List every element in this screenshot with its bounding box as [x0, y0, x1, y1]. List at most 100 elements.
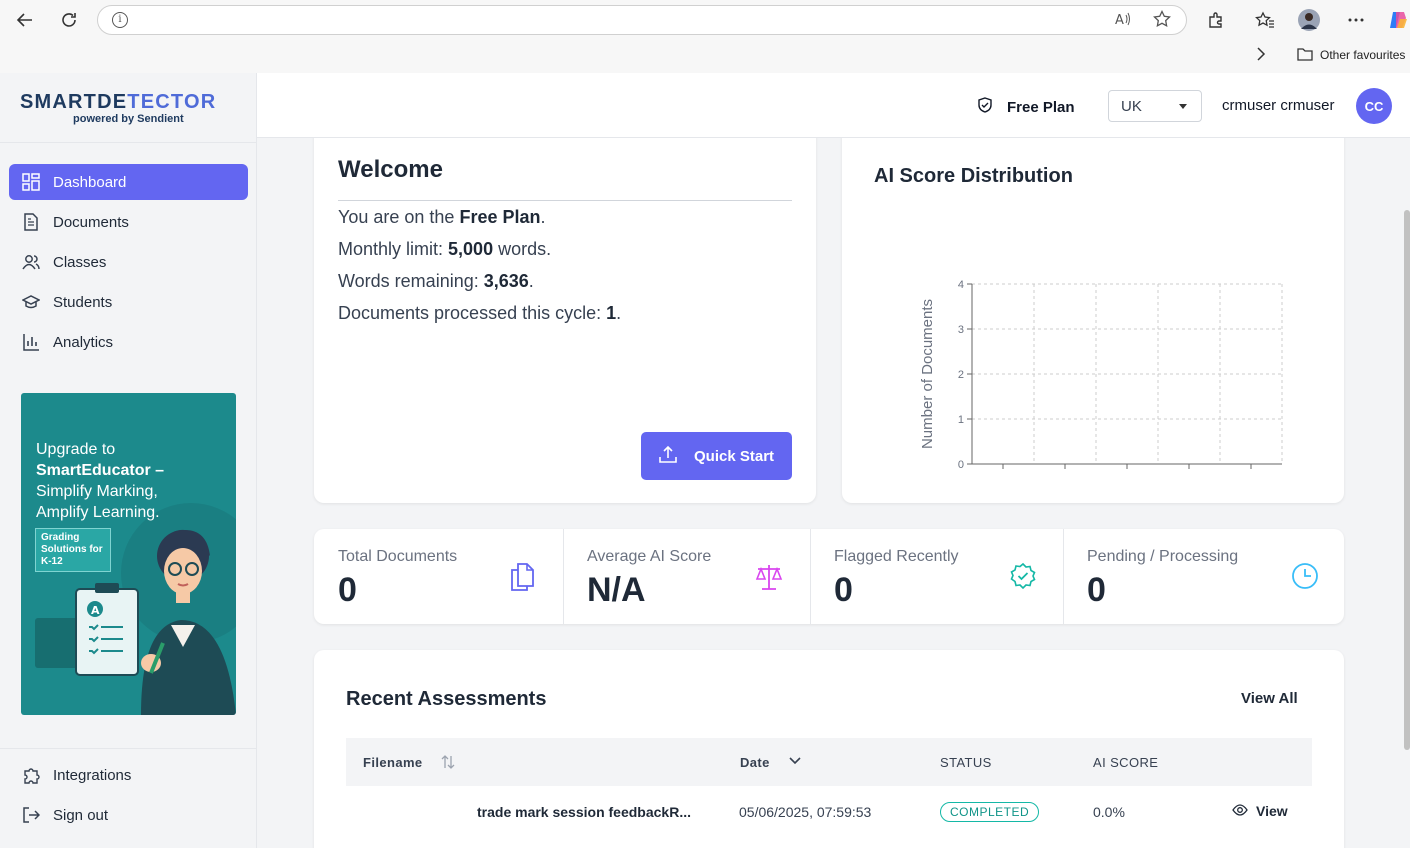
other-favourites-link[interactable]: Other favourites [1320, 48, 1405, 62]
brand-logo[interactable]: SMARTDETECTOR powered by Sendient [0, 73, 256, 143]
column-header-filename[interactable]: Filename [363, 755, 423, 770]
column-header-date[interactable]: Date [740, 755, 770, 770]
stat-pending-processing: Pending / Processing 0 [1063, 529, 1344, 624]
logo-text: SMARTDETECTOR [20, 91, 217, 113]
bar-chart-icon [22, 333, 40, 351]
sign-out-icon [22, 806, 40, 824]
view-all-link[interactable]: View All [1241, 690, 1298, 707]
sort-icon[interactable] [441, 754, 455, 773]
stat-label: Flagged Recently [834, 548, 959, 565]
y-tick-label: 3 [958, 324, 964, 336]
url-text [130, 8, 280, 34]
sidebar-item-label: Documents [53, 213, 129, 231]
y-tick-label: 1 [958, 414, 964, 426]
dashboard-icon [22, 173, 40, 191]
plan-line: You are on the Free Plan. [338, 207, 546, 227]
stat-value: 0 [834, 571, 853, 609]
y-axis-label: Number of Documents [919, 299, 936, 449]
row-filename[interactable]: trade mark session feedbackR... [477, 804, 691, 820]
stat-label: Total Documents [338, 548, 458, 565]
profile-avatar-icon[interactable] [1297, 8, 1321, 32]
plan-indicator: Free Plan [977, 97, 1075, 117]
chart-title: AI Score Distribution [874, 165, 1073, 187]
more-menu-icon[interactable] [1344, 8, 1368, 32]
svg-text:A: A [91, 604, 100, 617]
user-avatar[interactable]: CC [1356, 88, 1392, 124]
shield-check-icon [977, 97, 993, 117]
user-name[interactable]: crmuser crmuser [1222, 97, 1335, 114]
scrollbar-thumb[interactable] [1404, 210, 1410, 750]
view-label: View [1256, 803, 1288, 819]
table-header: Filename Date STATUS AI SCORE [346, 738, 1312, 786]
stat-average-ai-score: Average AI Score N/A [563, 529, 810, 624]
favorite-star-icon[interactable] [1153, 9, 1171, 32]
back-icon[interactable] [13, 8, 37, 32]
site-info-icon[interactable]: i [112, 12, 128, 28]
recent-title: Recent Assessments [346, 688, 547, 710]
locale-select[interactable]: UK [1108, 90, 1202, 122]
clock-icon [1291, 562, 1319, 595]
promo-tag: Grading Solutions for K-12 [35, 528, 111, 572]
extensions-icon[interactable] [1204, 8, 1228, 32]
favorites-bar: Other favourites [0, 40, 1410, 73]
status-badge: COMPLETED [940, 802, 1040, 822]
plan-label: Free Plan [1007, 98, 1075, 116]
upgrade-promo-banner[interactable]: A Upgrade to SmartEducator – Simplify Ma… [21, 393, 236, 715]
favorites-icon[interactable] [1253, 8, 1277, 32]
stat-total-documents: Total Documents 0 [314, 529, 563, 624]
y-tick-label: 2 [958, 369, 964, 381]
remaining-line: Words remaining: 3,636. [338, 271, 534, 291]
folder-icon [1297, 47, 1313, 64]
ai-score-chart: 012340-2021-4041-6061-8081-100Number of … [919, 279, 1283, 470]
welcome-divider [338, 200, 792, 201]
quick-start-label: Quick Start [694, 447, 775, 465]
row-date: 05/06/2025, 07:59:53 [739, 804, 872, 820]
row-ai-score: 0.0% [1093, 804, 1125, 820]
refresh-icon[interactable] [57, 8, 81, 32]
upload-icon [658, 444, 678, 468]
sidebar-item-classes[interactable]: Classes [9, 244, 248, 280]
welcome-title: Welcome [338, 156, 443, 183]
svg-text:A: A [1115, 13, 1124, 28]
stat-value: 0 [1087, 571, 1106, 609]
sidebar-item-analytics[interactable]: Analytics [9, 324, 248, 360]
users-icon [22, 253, 40, 271]
address-bar[interactable]: i A [97, 5, 1187, 35]
badge-check-icon [1009, 562, 1037, 595]
quick-start-button[interactable]: Quick Start [641, 432, 792, 480]
sidebar-item-dashboard[interactable]: Dashboard [9, 164, 248, 200]
sidebar-item-label: Dashboard [53, 173, 127, 191]
graduation-cap-icon [22, 293, 40, 311]
browser-toolbar: i A [0, 0, 1410, 40]
stat-label: Pending / Processing [1087, 548, 1239, 565]
chevron-right-icon[interactable] [1255, 47, 1267, 64]
y-tick-label: 4 [958, 279, 964, 291]
limit-line: Monthly limit: 5,000 words. [338, 239, 552, 259]
sidebar-item-students[interactable]: Students [9, 284, 248, 320]
read-aloud-icon[interactable]: A [1114, 10, 1132, 32]
sidebar-item-documents[interactable]: Documents [9, 204, 248, 240]
ai-score-distribution-card: AI Score Distribution 012340-2021-4041-6… [842, 138, 1344, 503]
copilot-icon[interactable] [1386, 8, 1410, 32]
main-content: Welcome You are on the Free Plan. Monthl… [257, 138, 1410, 848]
chevron-down-icon[interactable] [788, 755, 802, 770]
column-header-ai-score: AI SCORE [1093, 755, 1159, 770]
sidebar-item-integrations[interactable]: Integrations [9, 757, 248, 793]
sidebar-item-label: Sign out [53, 806, 109, 824]
document-icon [22, 213, 40, 231]
sidebar-item-label: Students [53, 293, 113, 311]
sidebar-item-label: Analytics [53, 333, 114, 351]
stat-label: Average AI Score [587, 548, 712, 565]
sidebar-divider [0, 748, 256, 749]
sidebar-item-sign-out[interactable]: Sign out [9, 797, 248, 833]
recent-assessments-card: Recent Assessments View All Filename Dat… [314, 650, 1344, 848]
app-header: Free Plan UK crmuser crmuser CC [257, 73, 1410, 138]
sidebar-item-label: Integrations [53, 766, 132, 784]
promo-headline: Upgrade to SmartEducator – Simplify Mark… [36, 441, 165, 521]
view-button[interactable]: View [1232, 803, 1288, 819]
logo-tagline: powered by Sendient [73, 113, 184, 125]
stat-value: N/A [587, 571, 646, 609]
sidebar: SMARTDETECTOR powered by Sendient Dashbo… [0, 73, 257, 848]
stat-value: 0 [338, 571, 357, 609]
caret-down-icon [1179, 104, 1187, 109]
